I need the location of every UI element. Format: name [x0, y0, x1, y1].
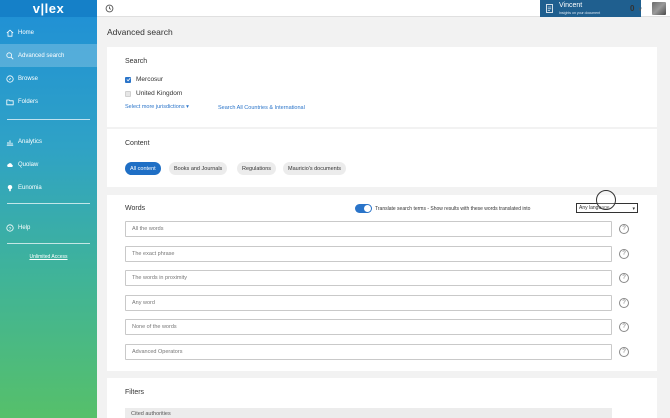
words-in-proximity-input[interactable]: The words in proximity — [125, 270, 612, 286]
sidebar-item-label: Folders — [18, 98, 39, 105]
sidebar-item-label: Home — [18, 29, 35, 36]
sidebar-item-folders[interactable]: Folders — [0, 90, 97, 113]
sidebar-divider — [7, 119, 90, 120]
sidebar-item-home[interactable]: Home — [0, 21, 97, 44]
jurisdiction-label: Mercosur — [136, 76, 164, 83]
chevron-down-icon[interactable]: ∨ — [638, 6, 642, 13]
help-icon[interactable]: ? — [619, 347, 629, 357]
sidebar-item-label: Browse — [18, 75, 39, 82]
sidebar-item-eunomia[interactable]: Eunomia — [0, 176, 97, 199]
exact-phrase-input[interactable]: The exact phrase — [125, 246, 612, 262]
compass-icon — [5, 74, 14, 83]
sidebar-item-help[interactable]: ? Help — [0, 216, 97, 239]
any-word-input[interactable]: Any word — [125, 295, 612, 311]
chevron-down-icon: ▾ — [632, 206, 635, 212]
history-icon[interactable] — [105, 4, 114, 13]
sidebar-item-label: Help — [18, 224, 31, 231]
chip-mauricios-documents[interactable]: Mauricio's documents — [283, 162, 347, 175]
jurisdiction-united-kingdom[interactable]: United Kingdom — [125, 90, 182, 97]
checkbox-unchecked[interactable] — [125, 90, 131, 97]
help-icon[interactable]: ? — [619, 249, 629, 259]
cloud-icon — [5, 160, 14, 169]
select-more-jurisdictions-link[interactable]: Select more jurisdictions ▾ — [125, 104, 189, 110]
sidebar-item-advanced-search[interactable]: Advanced search — [0, 44, 97, 67]
help-icon: ? — [5, 223, 14, 232]
content-section: Content All content Books and Journals R… — [107, 129, 657, 187]
avatar[interactable] — [652, 2, 666, 15]
lightbulb-icon — [5, 183, 14, 192]
sidebar-item-label: Advanced search — [18, 52, 65, 59]
help-icon[interactable]: ? — [619, 322, 629, 332]
sidebar-item-browse[interactable]: Browse — [0, 67, 97, 90]
home-icon — [5, 28, 14, 37]
help-icon[interactable]: ? — [619, 298, 629, 308]
section-title: Filters — [125, 389, 145, 396]
document-icon — [546, 4, 553, 13]
notification-count[interactable]: 0 — [630, 4, 634, 13]
section-title: Content — [125, 140, 150, 147]
chip-books-and-journals[interactable]: Books and Journals — [169, 162, 228, 175]
folder-icon — [5, 97, 14, 106]
sidebar-divider — [7, 243, 90, 244]
page-title: Advanced search — [107, 27, 173, 37]
checkbox-checked[interactable] — [125, 76, 131, 83]
unlimited-access-link[interactable]: Unlimited Access — [0, 254, 97, 260]
section-title: Words — [125, 205, 146, 212]
sidebar-item-label: Quolaw — [18, 161, 39, 168]
top-bar: Vincent Insights on your document 0 ∨ — [97, 0, 670, 17]
cited-authorities-field[interactable]: Cited authorities — [125, 408, 612, 418]
help-icon[interactable]: ? — [619, 224, 629, 234]
user-subtitle: Insights on your document — [559, 11, 601, 15]
chart-icon — [5, 137, 14, 146]
advanced-operators-input[interactable]: Advanced Operators — [125, 344, 612, 360]
caret-down-icon: ▾ — [186, 104, 189, 110]
vlex-logo[interactable]: v|lex — [0, 0, 97, 17]
translate-label: Translate search terms - Show results wi… — [375, 206, 531, 212]
user-menu[interactable]: Vincent Insights on your document — [540, 0, 641, 17]
help-icon[interactable]: ? — [619, 273, 629, 283]
search-icon — [5, 51, 14, 60]
svg-text:?: ? — [8, 225, 11, 231]
filters-section: Filters Cited authorities — [107, 378, 657, 418]
section-title: Search — [125, 58, 148, 65]
chip-all-content[interactable]: All content — [125, 162, 161, 175]
sidebar-item-label: Eunomia — [18, 184, 42, 191]
user-name: Vincent — [559, 2, 583, 9]
translate-toggle[interactable] — [355, 204, 372, 213]
words-section: Words Translate search terms - Show resu… — [107, 190, 657, 371]
sidebar-item-quolaw[interactable]: Quolaw — [0, 153, 97, 176]
jurisdiction-label: United Kingdom — [136, 90, 183, 97]
search-all-countries-link[interactable]: Search All Countries & International — [218, 105, 305, 111]
sidebar: v|lex Home Advanced search Browse Folder… — [0, 0, 97, 418]
sidebar-divider — [7, 203, 90, 204]
none-of-the-words-input[interactable]: None of the words — [125, 319, 612, 335]
sidebar-item-label: Analytics — [18, 138, 43, 145]
sidebar-item-analytics[interactable]: Analytics — [0, 130, 97, 153]
search-section: Search Mercosur United Kingdom Select mo… — [107, 47, 657, 127]
jurisdiction-mercosur[interactable]: Mercosur — [125, 76, 163, 83]
chip-regulations[interactable]: Regulations — [237, 162, 277, 175]
cursor-indicator — [596, 190, 616, 210]
all-the-words-input[interactable]: All the words — [125, 221, 612, 237]
